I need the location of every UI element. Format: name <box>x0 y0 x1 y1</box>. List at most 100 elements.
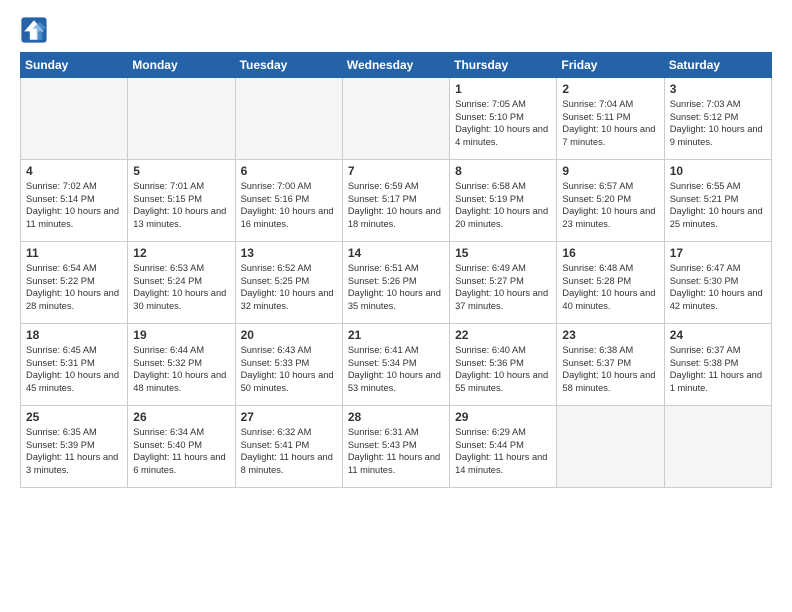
day-number: 15 <box>455 246 551 260</box>
calendar-table: SundayMondayTuesdayWednesdayThursdayFrid… <box>20 52 772 488</box>
calendar-week-2: 4 Sunrise: 7:02 AM Sunset: 5:14 PM Daylig… <box>21 160 772 242</box>
page: SundayMondayTuesdayWednesdayThursdayFrid… <box>0 0 792 498</box>
day-info: Sunrise: 6:38 AM Sunset: 5:37 PM Dayligh… <box>562 344 658 394</box>
day-number: 3 <box>670 82 766 96</box>
day-info: Sunrise: 6:45 AM Sunset: 5:31 PM Dayligh… <box>26 344 122 394</box>
calendar-cell: 12 Sunrise: 6:53 AM Sunset: 5:24 PM Dayli… <box>128 242 235 324</box>
calendar-cell <box>664 406 771 488</box>
day-number: 12 <box>133 246 229 260</box>
calendar-cell: 21 Sunrise: 6:41 AM Sunset: 5:34 PM Dayli… <box>342 324 449 406</box>
day-info: Sunrise: 6:32 AM Sunset: 5:41 PM Dayligh… <box>241 426 337 476</box>
day-number: 11 <box>26 246 122 260</box>
day-number: 22 <box>455 328 551 342</box>
day-info: Sunrise: 7:02 AM Sunset: 5:14 PM Dayligh… <box>26 180 122 230</box>
calendar-cell: 19 Sunrise: 6:44 AM Sunset: 5:32 PM Dayli… <box>128 324 235 406</box>
calendar-cell: 24 Sunrise: 6:37 AM Sunset: 5:38 PM Dayli… <box>664 324 771 406</box>
calendar-cell <box>128 78 235 160</box>
day-number: 26 <box>133 410 229 424</box>
day-number: 14 <box>348 246 444 260</box>
day-number: 2 <box>562 82 658 96</box>
day-number: 5 <box>133 164 229 178</box>
header <box>20 16 772 44</box>
day-info: Sunrise: 6:51 AM Sunset: 5:26 PM Dayligh… <box>348 262 444 312</box>
calendar-cell: 9 Sunrise: 6:57 AM Sunset: 5:20 PM Daylig… <box>557 160 664 242</box>
calendar-cell: 4 Sunrise: 7:02 AM Sunset: 5:14 PM Daylig… <box>21 160 128 242</box>
day-number: 7 <box>348 164 444 178</box>
day-number: 21 <box>348 328 444 342</box>
day-number: 9 <box>562 164 658 178</box>
day-number: 6 <box>241 164 337 178</box>
calendar-cell: 8Sunrise: 6:58 AM Sunset: 5:19 PM Daylig… <box>450 160 557 242</box>
calendar-cell: 1 Sunrise: 7:05 AM Sunset: 5:10 PM Daylig… <box>450 78 557 160</box>
day-info: Sunrise: 6:29 AM Sunset: 5:44 PM Dayligh… <box>455 426 551 476</box>
day-number: 28 <box>348 410 444 424</box>
day-info: Sunrise: 6:44 AM Sunset: 5:32 PM Dayligh… <box>133 344 229 394</box>
calendar-cell: 27Sunrise: 6:32 AM Sunset: 5:41 PM Dayli… <box>235 406 342 488</box>
day-info: Sunrise: 6:59 AM Sunset: 5:17 PM Dayligh… <box>348 180 444 230</box>
calendar-cell: 29 Sunrise: 6:29 AM Sunset: 5:44 PM Dayli… <box>450 406 557 488</box>
weekday-header-thursday: Thursday <box>450 53 557 78</box>
calendar-week-1: 1 Sunrise: 7:05 AM Sunset: 5:10 PM Daylig… <box>21 78 772 160</box>
calendar-cell: 10Sunrise: 6:55 AM Sunset: 5:21 PM Dayli… <box>664 160 771 242</box>
calendar-week-5: 25 Sunrise: 6:35 AM Sunset: 5:39 PM Dayli… <box>21 406 772 488</box>
calendar-cell: 22 Sunrise: 6:40 AM Sunset: 5:36 PM Dayli… <box>450 324 557 406</box>
day-info: Sunrise: 6:58 AM Sunset: 5:19 PM Dayligh… <box>455 180 551 230</box>
calendar-cell: 3Sunrise: 7:03 AM Sunset: 5:12 PM Daylig… <box>664 78 771 160</box>
calendar-header-row: SundayMondayTuesdayWednesdayThursdayFrid… <box>21 53 772 78</box>
day-info: Sunrise: 6:47 AM Sunset: 5:30 PM Dayligh… <box>670 262 766 312</box>
day-info: Sunrise: 6:43 AM Sunset: 5:33 PM Dayligh… <box>241 344 337 394</box>
calendar-cell: 13Sunrise: 6:52 AM Sunset: 5:25 PM Dayli… <box>235 242 342 324</box>
calendar-cell: 6 Sunrise: 7:00 AM Sunset: 5:16 PM Daylig… <box>235 160 342 242</box>
day-number: 20 <box>241 328 337 342</box>
calendar-cell: 5 Sunrise: 7:01 AM Sunset: 5:15 PM Daylig… <box>128 160 235 242</box>
day-info: Sunrise: 7:01 AM Sunset: 5:15 PM Dayligh… <box>133 180 229 230</box>
calendar-cell: 14 Sunrise: 6:51 AM Sunset: 5:26 PM Dayli… <box>342 242 449 324</box>
calendar-cell <box>21 78 128 160</box>
day-info: Sunrise: 6:54 AM Sunset: 5:22 PM Dayligh… <box>26 262 122 312</box>
day-number: 29 <box>455 410 551 424</box>
day-number: 23 <box>562 328 658 342</box>
calendar-cell: 28 Sunrise: 6:31 AM Sunset: 5:43 PM Dayli… <box>342 406 449 488</box>
weekday-header-monday: Monday <box>128 53 235 78</box>
day-number: 4 <box>26 164 122 178</box>
calendar-cell: 7 Sunrise: 6:59 AM Sunset: 5:17 PM Daylig… <box>342 160 449 242</box>
calendar-cell: 18 Sunrise: 6:45 AM Sunset: 5:31 PM Dayli… <box>21 324 128 406</box>
weekday-header-sunday: Sunday <box>21 53 128 78</box>
weekday-header-saturday: Saturday <box>664 53 771 78</box>
day-info: Sunrise: 6:55 AM Sunset: 5:21 PM Dayligh… <box>670 180 766 230</box>
day-number: 1 <box>455 82 551 96</box>
weekday-header-friday: Friday <box>557 53 664 78</box>
day-number: 19 <box>133 328 229 342</box>
day-info: Sunrise: 6:57 AM Sunset: 5:20 PM Dayligh… <box>562 180 658 230</box>
calendar-week-3: 11 Sunrise: 6:54 AM Sunset: 5:22 PM Dayli… <box>21 242 772 324</box>
day-info: Sunrise: 6:53 AM Sunset: 5:24 PM Dayligh… <box>133 262 229 312</box>
logo-icon <box>20 16 48 44</box>
weekday-header-wednesday: Wednesday <box>342 53 449 78</box>
day-number: 17 <box>670 246 766 260</box>
day-info: Sunrise: 6:49 AM Sunset: 5:27 PM Dayligh… <box>455 262 551 312</box>
day-number: 24 <box>670 328 766 342</box>
day-info: Sunrise: 7:00 AM Sunset: 5:16 PM Dayligh… <box>241 180 337 230</box>
day-info: Sunrise: 6:41 AM Sunset: 5:34 PM Dayligh… <box>348 344 444 394</box>
day-info: Sunrise: 6:35 AM Sunset: 5:39 PM Dayligh… <box>26 426 122 476</box>
day-info: Sunrise: 6:40 AM Sunset: 5:36 PM Dayligh… <box>455 344 551 394</box>
day-info: Sunrise: 6:31 AM Sunset: 5:43 PM Dayligh… <box>348 426 444 476</box>
day-number: 18 <box>26 328 122 342</box>
calendar-cell: 2Sunrise: 7:04 AM Sunset: 5:11 PM Daylig… <box>557 78 664 160</box>
calendar-week-4: 18 Sunrise: 6:45 AM Sunset: 5:31 PM Dayli… <box>21 324 772 406</box>
calendar-cell: 15 Sunrise: 6:49 AM Sunset: 5:27 PM Dayli… <box>450 242 557 324</box>
day-info: Sunrise: 7:05 AM Sunset: 5:10 PM Dayligh… <box>455 98 551 148</box>
calendar-cell <box>557 406 664 488</box>
logo <box>20 16 52 44</box>
day-number: 16 <box>562 246 658 260</box>
calendar-cell: 17 Sunrise: 6:47 AM Sunset: 5:30 PM Dayli… <box>664 242 771 324</box>
calendar-cell: 20 Sunrise: 6:43 AM Sunset: 5:33 PM Dayli… <box>235 324 342 406</box>
day-info: Sunrise: 6:34 AM Sunset: 5:40 PM Dayligh… <box>133 426 229 476</box>
day-info: Sunrise: 6:52 AM Sunset: 5:25 PM Dayligh… <box>241 262 337 312</box>
weekday-header-tuesday: Tuesday <box>235 53 342 78</box>
day-number: 25 <box>26 410 122 424</box>
calendar-cell <box>342 78 449 160</box>
calendar-cell: 16Sunrise: 6:48 AM Sunset: 5:28 PM Dayli… <box>557 242 664 324</box>
day-info: Sunrise: 6:37 AM Sunset: 5:38 PM Dayligh… <box>670 344 766 394</box>
calendar-cell: 11 Sunrise: 6:54 AM Sunset: 5:22 PM Dayli… <box>21 242 128 324</box>
